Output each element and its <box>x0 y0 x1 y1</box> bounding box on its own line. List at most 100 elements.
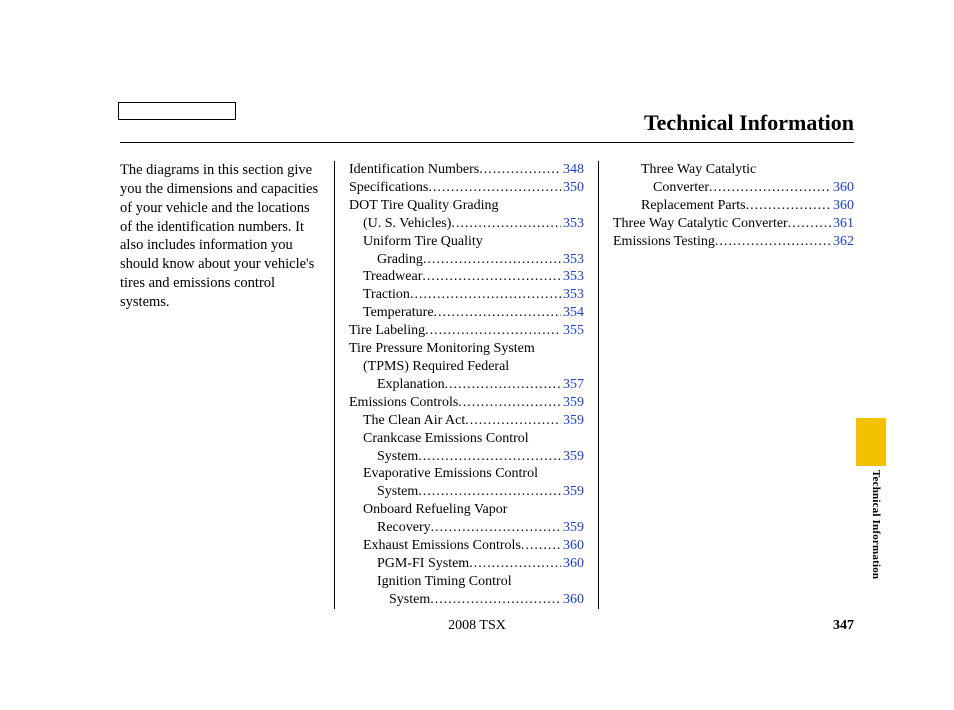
toc-label: (U. S. Vehicles) <box>363 215 451 233</box>
toc-leader-dots <box>479 161 561 179</box>
toc-label: The Clean Air Act <box>363 412 465 430</box>
toc-entry: System 359 <box>349 483 584 501</box>
toc-leader-dots <box>425 322 561 340</box>
toc-label: Three Way Catalytic Converter <box>613 215 788 233</box>
toc-page-link[interactable]: 360 <box>561 555 584 573</box>
toc-label: Uniform Tire Quality <box>363 233 483 251</box>
toc-leader-dots <box>423 251 561 269</box>
toc-entry: Onboard Refueling Vapor <box>349 501 584 519</box>
toc-label: Emissions Testing <box>613 233 715 251</box>
toc-page-link[interactable]: 353 <box>561 286 584 304</box>
toc-leader-dots <box>445 376 561 394</box>
toc-leader-dots <box>422 268 561 286</box>
toc-page-link[interactable]: 359 <box>561 448 584 466</box>
toc-page-link[interactable]: 359 <box>561 483 584 501</box>
toc-entry: The Clean Air Act 359 <box>349 412 584 430</box>
toc-page-link[interactable]: 359 <box>561 519 584 537</box>
toc-leader-dots <box>709 179 831 197</box>
toc-leader-dots <box>428 179 561 197</box>
toc-leader-dots <box>458 394 561 412</box>
toc-leader-dots <box>434 304 561 322</box>
toc-entry: Treadwear 353 <box>349 268 584 286</box>
footer-model: 2008 TSX <box>0 618 954 634</box>
toc-entry: Crankcase Emissions Control <box>349 430 584 448</box>
side-tab <box>856 418 886 466</box>
toc-entry: (TPMS) Required Federal <box>349 358 584 376</box>
toc-entry: Emissions Controls359 <box>349 394 584 412</box>
toc-page-link[interactable]: 354 <box>561 304 584 322</box>
toc-entry: Replacement Parts 360 <box>613 197 854 215</box>
toc-label: Grading <box>377 251 423 269</box>
toc-leader-dots <box>451 215 561 233</box>
toc-page-link[interactable]: 361 <box>831 215 854 233</box>
toc-label: Tire Labeling <box>349 322 425 340</box>
page: Technical Information The diagrams in th… <box>0 0 954 710</box>
toc-label: (TPMS) Required Federal <box>363 358 509 376</box>
toc-label: Explanation <box>377 376 445 394</box>
toc-entry: Temperature 354 <box>349 304 584 322</box>
toc-entry: Converter 360 <box>613 179 854 197</box>
toc-label: Exhaust Emissions Controls <box>363 537 521 555</box>
toc-entry: Specifications350 <box>349 179 584 197</box>
col-intro: The diagrams in this section give you th… <box>120 161 334 609</box>
toc-page-link[interactable]: 360 <box>561 591 584 609</box>
toc-entry: Three Way Catalytic Converter 361 <box>613 215 854 233</box>
toc-leader-dots <box>788 215 831 233</box>
toc-page-link[interactable]: 362 <box>831 233 854 251</box>
toc-page-link[interactable]: 360 <box>831 197 854 215</box>
toc-leader-dots <box>715 233 831 251</box>
toc-entry: Exhaust Emissions Controls 360 <box>349 537 584 555</box>
top-empty-box <box>118 102 236 120</box>
toc-entry: Explanation 357 <box>349 376 584 394</box>
toc-leader-dots <box>431 519 561 537</box>
toc-label: System <box>377 483 418 501</box>
page-number: 347 <box>833 618 854 634</box>
toc-entry: Identification Numbers 348 <box>349 161 584 179</box>
title-rule <box>120 142 854 143</box>
toc-label: Traction <box>363 286 410 304</box>
toc-label: Treadwear <box>363 268 422 286</box>
col-toc-right: Three Way CatalyticConverter360Replaceme… <box>599 161 854 609</box>
toc-label: Recovery <box>377 519 431 537</box>
toc-label: Replacement Parts <box>641 197 746 215</box>
toc-label: Converter <box>653 179 709 197</box>
toc-leader-dots <box>465 412 561 430</box>
toc-label: Identification Numbers <box>349 161 479 179</box>
toc-label: Three Way Catalytic <box>641 161 756 179</box>
toc-page-link[interactable]: 348 <box>561 161 584 179</box>
toc-label: DOT Tire Quality Grading <box>349 197 498 215</box>
toc-entry: Three Way Catalytic <box>613 161 854 179</box>
toc-leader-dots <box>418 448 561 466</box>
toc-entry: (U. S. Vehicles) 353 <box>349 215 584 233</box>
toc-entry: Traction 353 <box>349 286 584 304</box>
toc-entry: Tire Labeling 355 <box>349 322 584 340</box>
toc-leader-dots <box>521 537 561 555</box>
toc-label: Tire Pressure Monitoring System <box>349 340 535 358</box>
toc-page-link[interactable]: 350 <box>561 179 584 197</box>
toc-page-link[interactable]: 360 <box>561 537 584 555</box>
toc-entry: DOT Tire Quality Grading <box>349 197 584 215</box>
toc-leader-dots <box>746 197 831 215</box>
toc-page-link[interactable]: 353 <box>561 215 584 233</box>
toc-page-link[interactable]: 353 <box>561 268 584 286</box>
toc-leader-dots <box>469 555 561 573</box>
toc-label: Temperature <box>363 304 434 322</box>
toc-page-link[interactable]: 357 <box>561 376 584 394</box>
toc-label: PGM-FI System <box>377 555 469 573</box>
toc-page-link[interactable]: 359 <box>561 412 584 430</box>
toc-page-link[interactable]: 359 <box>561 394 584 412</box>
toc-label: Ignition Timing Control <box>377 573 512 591</box>
intro-text: The diagrams in this section give you th… <box>120 161 322 312</box>
toc-entry: Tire Pressure Monitoring System <box>349 340 584 358</box>
toc-page-link[interactable]: 355 <box>561 322 584 340</box>
col-toc-left: Identification Numbers 348Specifications3… <box>334 161 599 609</box>
toc-label: System <box>389 591 430 609</box>
toc-leader-dots <box>418 483 561 501</box>
toc-page-link[interactable]: 353 <box>561 251 584 269</box>
toc-entry: System 360 <box>349 591 584 609</box>
side-tab-label: Technical Information <box>858 470 882 579</box>
toc-leader-dots <box>410 286 561 304</box>
toc-leader-dots <box>430 591 561 609</box>
toc-entry: Ignition Timing Control <box>349 573 584 591</box>
toc-page-link[interactable]: 360 <box>831 179 854 197</box>
